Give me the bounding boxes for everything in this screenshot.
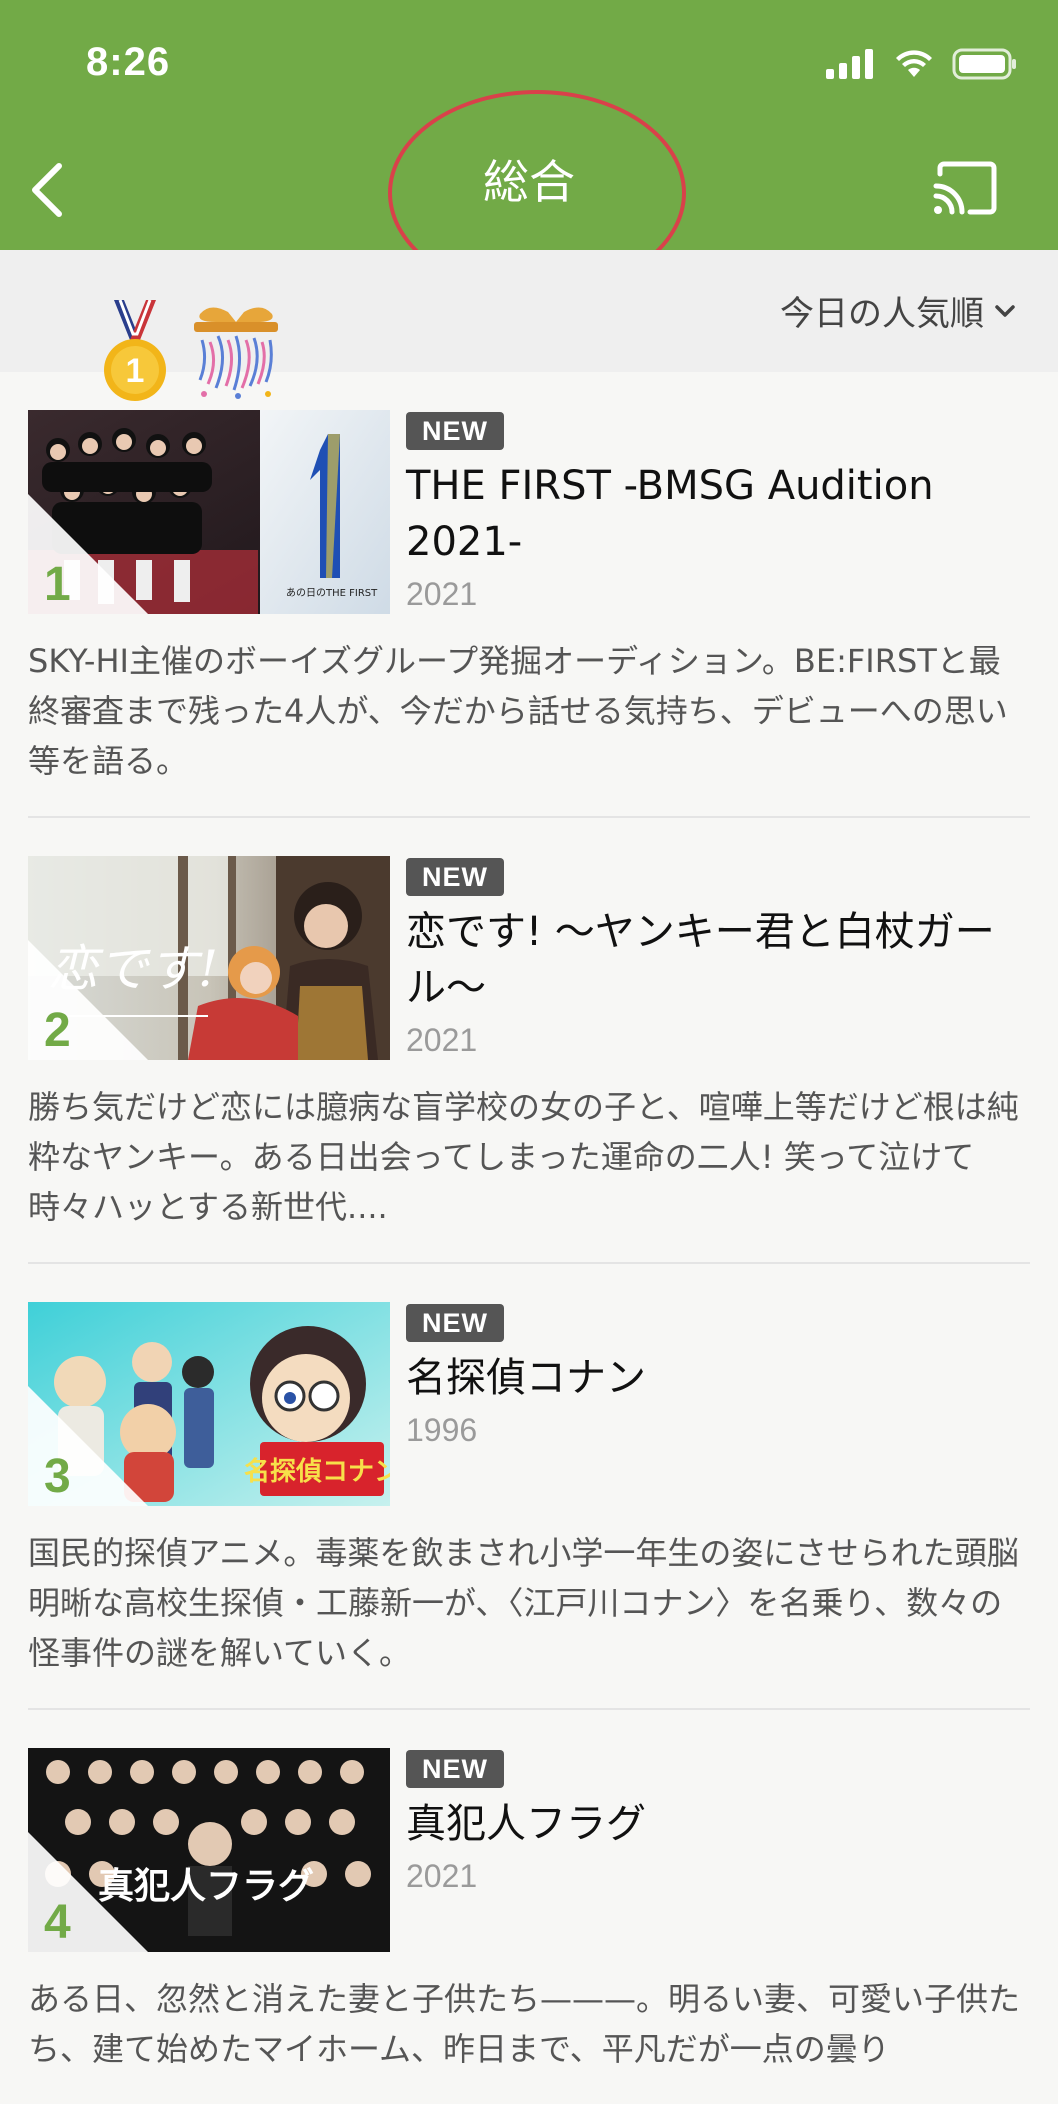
cast-button[interactable] (932, 160, 998, 216)
item-description: 国民的探偵アニメ。毒薬を飲まされ小学一年生の姿にさせられた頭脳明晰な高校生探偵・… (28, 1534, 1019, 1672)
rank-number: 1 (44, 558, 71, 611)
item-description: ある日、忽然と消えた妻と子供たち———。明るい妻、可愛い子供たち、建て始めたマイ… (28, 1980, 1021, 2068)
item-year: 2021 (406, 1022, 478, 1058)
item-description: SKY-HI主催のボーイズグループ発掘オーディション。BE:FIRSTと最終審査… (28, 642, 1008, 780)
list-item[interactable]: 恋です! 2 NEW 恋です! 〜ヤンキー君と白杖ガール〜 2021 勝ち気だけ… (28, 818, 1030, 1264)
list-item[interactable]: 真犯人フラグ 4 NEW 真犯人フラグ 2021 ある日、忽然と消えた妻と子供た… (28, 1710, 1030, 2104)
thumbnail-caption: あの日のTHE FIRST (286, 587, 378, 599)
item-title: 恋です! 〜ヤンキー君と白杖ガール〜 (406, 909, 995, 1011)
sort-dropdown[interactable]: 今日の人気順 (780, 286, 1016, 335)
new-badge: NEW (406, 1750, 504, 1788)
thumbnail-image: 名探偵コナン 3 (28, 1302, 390, 1506)
new-badge: NEW (406, 412, 504, 450)
cast-icon (933, 161, 997, 215)
rank-number: 2 (44, 1004, 71, 1057)
sort-label: 今日の人気順 (780, 294, 984, 334)
item-description: 勝ち気だけど恋には臆病な盲学校の女の子と、喧嘩上等だけど根は純粋なヤンキー。ある… (28, 1088, 1019, 1226)
item-year: 1996 (406, 1412, 478, 1448)
thumbnail-image: 恋です! 2 (28, 856, 390, 1060)
rank-number: 4 (44, 1896, 71, 1949)
ranking-list: あの日のTHE FIRST 1 NEW THE FIRST -BMSG Audi… (0, 372, 1058, 2104)
item-year: 2021 (406, 1858, 478, 1894)
thumbnail-caption: 名探偵コナン (244, 1456, 390, 1487)
item-title: 真犯人フラグ (406, 1801, 646, 1847)
wifi-icon (896, 50, 932, 77)
new-badge: NEW (406, 858, 504, 896)
item-year: 2021 (406, 576, 478, 612)
new-badge: NEW (406, 1304, 504, 1342)
chevron-down-icon (995, 304, 1015, 317)
system-icons (826, 48, 1018, 80)
item-title: 名探偵コナン (406, 1355, 646, 1401)
list-item[interactable]: 名探偵コナン 3 NEW 名探偵コナン 1996 国民的探偵アニメ。毒薬を飲まさ… (28, 1264, 1030, 1710)
thumbnail-image: あの日のTHE FIRST 1 (28, 410, 390, 614)
rank-number: 3 (44, 1450, 71, 1503)
list-item[interactable]: あの日のTHE FIRST 1 NEW THE FIRST -BMSG Audi… (28, 372, 1030, 818)
item-title: THE FIRST -BMSG Audition 2021- (406, 463, 934, 565)
status-time: 8:26 (86, 40, 171, 84)
cellular-signal-icon (826, 49, 873, 79)
battery-icon (952, 48, 1016, 80)
thumbnail-image: 真犯人フラグ 4 (28, 1748, 390, 1952)
